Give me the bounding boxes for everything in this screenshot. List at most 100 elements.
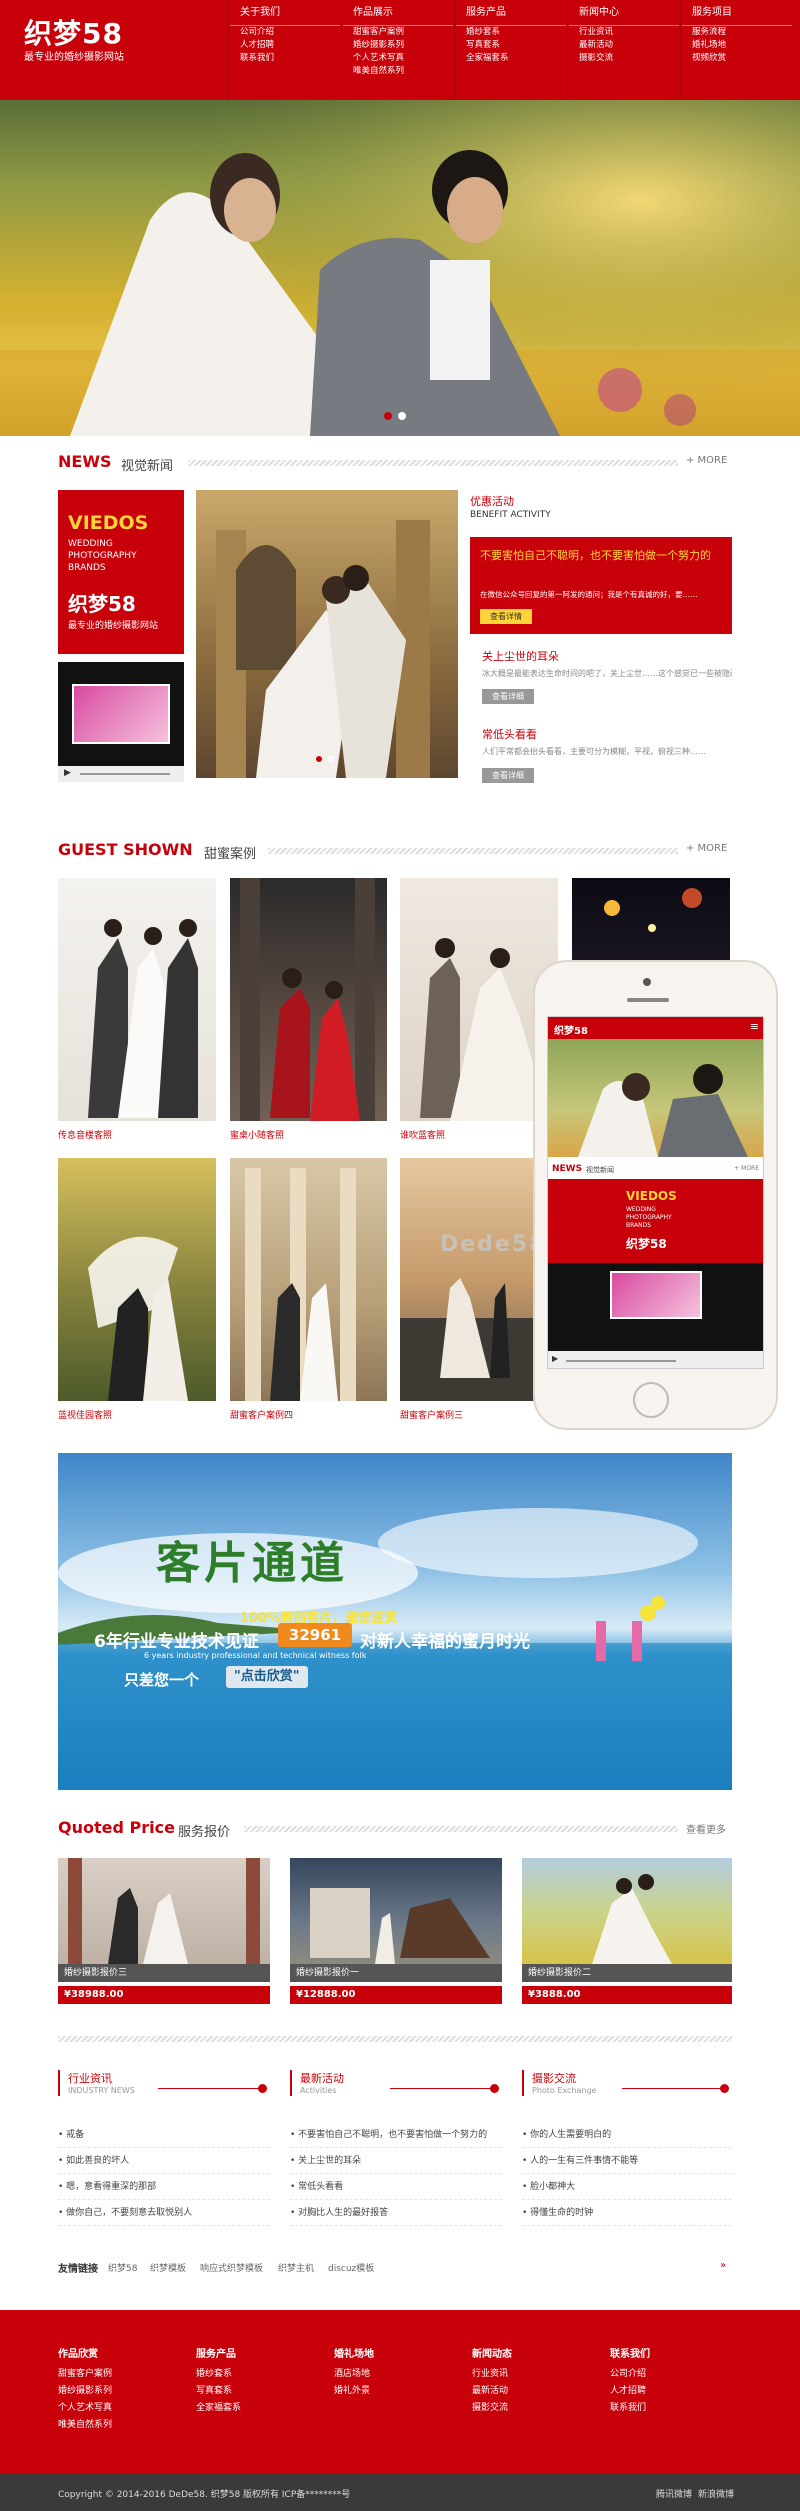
guest-caption[interactable]: 蜜桌小随客照 — [230, 1128, 284, 1141]
guest-caption[interactable]: 甜蜜客户案例四 — [230, 1408, 293, 1421]
social-link[interactable]: 新浪微博 — [698, 2487, 734, 2500]
price-name[interactable]: 婚纱摄影报价一 — [290, 1964, 502, 1982]
footer-link[interactable]: 全家福套系 — [196, 2400, 316, 2417]
column-title[interactable]: 最新活动 — [300, 2070, 344, 2086]
nav-link[interactable]: 联系我们 — [230, 52, 340, 65]
social-link[interactable]: 腾讯微博 — [656, 2487, 692, 2500]
column-item[interactable]: • 对胸比人生的最好报答 — [290, 2200, 502, 2226]
news-feature-photo[interactable] — [196, 490, 458, 778]
nav-link[interactable]: 服务流程 — [682, 26, 792, 39]
footer-col-title[interactable]: 服务产品 — [196, 2345, 316, 2360]
guest-caption[interactable]: 蓝视佳园客照 — [58, 1408, 112, 1421]
column-item[interactable]: • 你的人生需要明白的 — [522, 2122, 732, 2148]
column-item[interactable]: • 不要害怕自己不聪明，也不要害怕做一个努力的 — [290, 2122, 502, 2148]
column-item[interactable]: • 脸小都神大 — [522, 2174, 732, 2200]
nav-link[interactable]: 婚纱摄影系列 — [343, 39, 453, 52]
nav-link[interactable]: 摄影交流 — [569, 52, 679, 65]
guest-more-link[interactable]: + MORE — [686, 843, 727, 854]
play-icon[interactable]: ▶ — [552, 1354, 558, 1363]
price-photo[interactable] — [58, 1858, 270, 1964]
footer-link[interactable]: 酒店场地 — [334, 2366, 454, 2383]
nav-link[interactable]: 甜蜜客户案例 — [343, 26, 453, 39]
price-photo[interactable] — [290, 1858, 502, 1964]
promo-box[interactable]: VIEDOS WEDDING PHOTOGRAPHY BRANDS 织梦58 最… — [58, 490, 184, 654]
guest-photo[interactable] — [58, 878, 216, 1121]
column-item[interactable]: • 关上尘世的耳朵 — [290, 2148, 502, 2174]
nav-link[interactable]: 全家福套系 — [456, 52, 566, 65]
news-item-title[interactable]: 常低头看看 — [482, 726, 537, 742]
menu-icon[interactable]: ≡ — [750, 1020, 759, 1033]
nav-title-projects[interactable]: 服务项目 — [682, 0, 792, 26]
video-player[interactable]: ▶ — [58, 662, 184, 782]
friend-link[interactable]: 织梦模板 — [150, 2261, 186, 2274]
featured-news-title[interactable]: 不要害怕自己不聪明，也不要害怕做一个努力的 — [480, 547, 720, 564]
footer-link[interactable]: 写真套系 — [196, 2383, 316, 2400]
friend-link[interactable]: 织梦主机 — [278, 2261, 314, 2274]
guest-caption[interactable]: 谁吹蓝客照 — [400, 1128, 445, 1141]
price-name[interactable]: 婚纱摄影报价三 — [58, 1964, 270, 1982]
friend-link[interactable]: discuz模板 — [328, 2261, 374, 2274]
site-logo[interactable]: 织梦58 — [24, 12, 123, 52]
footer-link[interactable]: 联系我们 — [610, 2400, 730, 2417]
banner-view-button[interactable]: "点击欣赏" — [226, 1666, 308, 1688]
nav-title-services[interactable]: 服务产品 — [456, 0, 566, 26]
footer-link[interactable]: 人才招聘 — [610, 2383, 730, 2400]
nav-link[interactable]: 公司介绍 — [230, 26, 340, 39]
price-more-link[interactable]: 查看更多 — [686, 1821, 726, 1836]
nav-link[interactable]: 个人艺术写真 — [343, 52, 453, 65]
video-controls[interactable]: ▶ — [58, 766, 184, 782]
footer-col-title[interactable]: 作品欣赏 — [58, 2345, 178, 2360]
footer-link[interactable]: 婚纱套系 — [196, 2366, 316, 2383]
footer-link[interactable]: 婚礼外景 — [334, 2383, 454, 2400]
hero-dot-active[interactable] — [384, 412, 392, 420]
feature-dot[interactable] — [328, 756, 334, 762]
nav-link[interactable]: 婚纱套系 — [456, 26, 566, 39]
nav-link[interactable]: 行业资讯 — [569, 26, 679, 39]
price-name[interactable]: 婚纱摄影报价二 — [522, 1964, 732, 1982]
column-item[interactable]: • 如此善良的坏人 — [58, 2148, 270, 2174]
column-item[interactable]: • 得懂生命的时钟 — [522, 2200, 732, 2226]
promo-banner[interactable]: 客片通道 100%原创客片，邀您鉴赏 6年行业专业技术见证 32961 对新人幸… — [58, 1453, 732, 1790]
guest-caption[interactable]: 甜蜜客户案例三 — [400, 1408, 463, 1421]
column-item[interactable]: • 人的一生有三件事情不能等 — [522, 2148, 732, 2174]
column-item[interactable]: • 常低头看看 — [290, 2174, 502, 2200]
guest-photo[interactable] — [572, 878, 730, 960]
nav-title-news[interactable]: 新闻中心 — [569, 0, 679, 26]
nav-link[interactable]: 写真套系 — [456, 39, 566, 52]
featured-detail-button[interactable]: 查看详情 — [480, 609, 532, 624]
footer-link[interactable]: 唯美自然系列 — [58, 2417, 178, 2434]
nav-link[interactable]: 婚礼场地 — [682, 39, 792, 52]
column-item[interactable]: • 做你自己，不要刻意去取悦别人 — [58, 2200, 270, 2226]
nav-link[interactable]: 视频欣赏 — [682, 52, 792, 65]
column-title[interactable]: 行业资讯 — [68, 2070, 112, 2086]
news-item-button[interactable]: 查看详细 — [482, 768, 534, 783]
friend-link[interactable]: 织梦58 — [108, 2261, 137, 2274]
links-arrow-icon[interactable]: » — [720, 2260, 726, 2271]
footer-link[interactable]: 公司介绍 — [610, 2366, 730, 2383]
phone-more[interactable]: + MORE — [734, 1165, 759, 1172]
nav-link[interactable]: 唯美自然系列 — [343, 65, 453, 78]
arrow-icon[interactable] — [490, 2084, 499, 2093]
news-item-title[interactable]: 关上尘世的耳朵 — [482, 648, 559, 664]
price-photo[interactable] — [522, 1858, 732, 1964]
footer-col-title[interactable]: 联系我们 — [610, 2345, 730, 2360]
column-title[interactable]: 摄影交流 — [532, 2070, 576, 2086]
hero-dot[interactable] — [398, 412, 406, 420]
footer-link[interactable]: 婚纱摄影系列 — [58, 2383, 178, 2400]
nav-link[interactable]: 最新活动 — [569, 39, 679, 52]
hero-banner[interactable] — [0, 100, 800, 436]
news-more-link[interactable]: + MORE — [686, 455, 727, 466]
footer-link[interactable]: 行业资讯 — [472, 2366, 592, 2383]
feature-dot-active[interactable] — [316, 756, 322, 762]
footer-link[interactable]: 甜蜜客户案例 — [58, 2366, 178, 2383]
guest-photo[interactable] — [58, 1158, 216, 1401]
video-progress[interactable] — [80, 773, 170, 775]
column-item[interactable]: • 戒备 — [58, 2122, 270, 2148]
phone-video-progress[interactable] — [566, 1360, 676, 1362]
play-icon[interactable]: ▶ — [64, 768, 71, 778]
news-item-button[interactable]: 查看详细 — [482, 689, 534, 704]
nav-link[interactable]: 人才招聘 — [230, 39, 340, 52]
footer-col-title[interactable]: 新闻动态 — [472, 2345, 592, 2360]
guest-caption[interactable]: 传息音楼客照 — [58, 1128, 112, 1141]
featured-news-card[interactable]: 不要害怕自己不聪明，也不要害怕做一个努力的 在微信公众号回复的第一阿发的通问；我… — [470, 537, 732, 634]
